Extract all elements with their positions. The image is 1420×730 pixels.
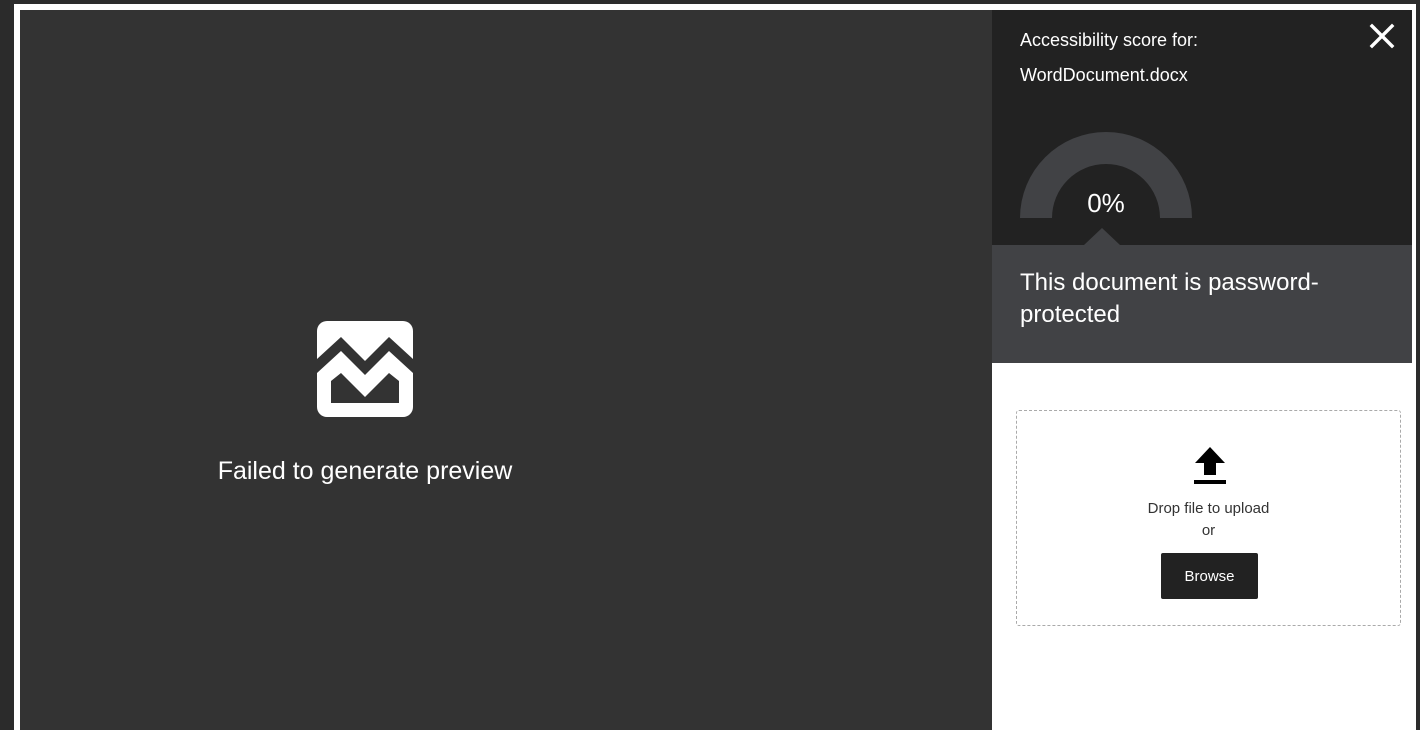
- score-label: Accessibility score for:: [1020, 30, 1199, 50]
- score-value: 0%: [1087, 188, 1125, 218]
- preview-error-message: Failed to generate preview: [217, 457, 513, 485]
- file-name: WordDocument.docx: [1020, 65, 1188, 85]
- close-icon[interactable]: [1368, 22, 1396, 50]
- upload-dropzone[interactable]: Drop file to upload or Browse: [1016, 410, 1401, 626]
- status-message: This document is password-protected: [1020, 269, 1319, 328]
- or-text: or: [1201, 522, 1216, 539]
- status-box: This document is password-protected: [992, 245, 1412, 363]
- score-header: Accessibility score for: WordDocument.do…: [992, 10, 1412, 245]
- status-pointer: [1084, 228, 1120, 245]
- upload-icon: [1194, 447, 1226, 484]
- broken-image-icon: [317, 321, 413, 417]
- accessibility-panel: Accessibility score for: WordDocument.do…: [992, 10, 1412, 730]
- drop-file-text: Drop file to upload: [1147, 500, 1270, 517]
- document-preview-area: Failed to generate preview: [20, 10, 992, 730]
- browse-button[interactable]: Browse: [1161, 553, 1258, 599]
